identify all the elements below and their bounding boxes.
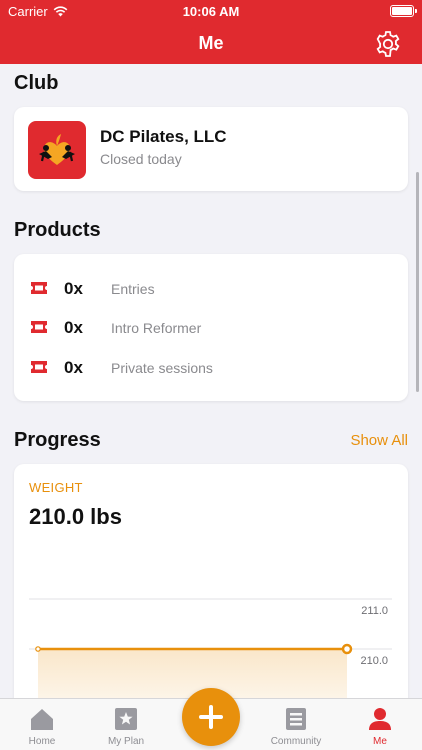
products-section-title: Products [14,219,101,241]
data-point [341,643,353,655]
person-icon [369,708,391,730]
club-name: DC Pilates, LLC [100,127,227,146]
product-name: Private sessions [111,360,213,376]
club-logo-icon [39,134,75,165]
ticket-icon [31,321,47,333]
product-row[interactable]: 0x Intro Reformer [14,314,408,344]
products-card: 0x Entries 0x Intro Reformer 0x Private … [14,254,408,401]
club-logo [28,121,86,179]
show-all-link[interactable]: Show All [350,432,408,449]
home-icon [31,709,53,730]
y-tick-label: 211.0 [361,605,388,617]
tab-home[interactable]: Home [0,699,84,750]
product-name: Entries [111,281,155,297]
product-count: 0x [64,318,83,337]
status-bar: Carrier 10:06 AM [0,0,422,24]
nav-bar: Me [0,24,422,64]
club-status: Closed today [100,151,182,167]
gear-icon[interactable] [374,30,402,58]
content-scroll[interactable]: Club DC Pilates, LLC Closed today Produc… [0,64,422,698]
tab-me[interactable]: Me [338,699,422,750]
product-count: 0x [64,279,83,298]
status-time: 10:06 AM [182,4,240,19]
ticket-icon [31,361,47,373]
page-title: Me [198,33,224,53]
my-plan-icon [115,708,137,730]
tab-label: My Plan [107,736,145,747]
add-button[interactable] [182,688,240,746]
weight-chart: 211.0210.0209.0 [29,598,392,698]
tab-label: Home [28,736,56,747]
metric-value: 210.0 lbs [29,504,122,529]
product-row[interactable]: 0x Entries [14,275,408,305]
y-tick-label: 210.0 [360,655,388,667]
community-icon [286,708,306,730]
tab-community[interactable]: Community [254,699,338,750]
scroll-indicator[interactable] [416,172,419,392]
series-area [38,649,347,698]
metric-label: WEIGHT [29,480,83,495]
product-name: Intro Reformer [111,320,202,336]
ticket-icon [31,282,47,294]
battery-icon [390,5,417,17]
club-card[interactable]: DC Pilates, LLC Closed today [14,107,408,191]
product-row[interactable]: 0x Private sessions [14,354,408,384]
product-count: 0x [64,358,83,377]
tab-my-plan[interactable]: My Plan [84,699,168,750]
club-section-title: Club [14,72,59,94]
tab-label: Community [270,736,322,747]
tab-label: Me [373,736,387,747]
weight-card[interactable]: WEIGHT 210.0 lbs 211.0210.0209.0 [14,464,408,698]
progress-section-title: Progress [14,429,101,451]
data-point [35,646,41,652]
